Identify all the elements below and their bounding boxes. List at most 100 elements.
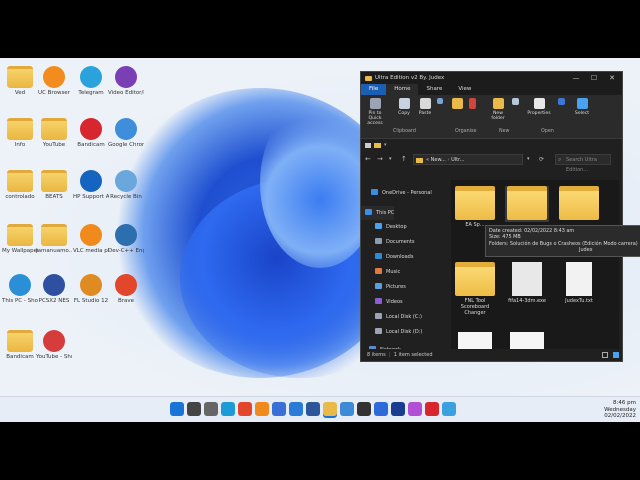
forward-icon[interactable]: → [377, 155, 385, 163]
delete-button[interactable] [465, 98, 479, 111]
open-button[interactable] [555, 98, 567, 107]
file-item[interactable]: FNL Tool Scoreboard Changer [453, 262, 497, 316]
tab-file[interactable]: File [361, 84, 387, 95]
chevron-down-icon[interactable]: ▾ [384, 142, 387, 148]
record-icon[interactable] [425, 402, 439, 416]
details-view-icon[interactable] [602, 352, 608, 358]
desktop-icon-controlado[interactable]: controlado [2, 170, 38, 200]
cut-copypath-icons[interactable] [435, 98, 445, 106]
system-tray[interactable]: 8:46 pm Wednesday 02/02/2022 [604, 400, 636, 420]
app-icon [115, 224, 137, 246]
desktop-icon-bandicam[interactable]: Bandicam [73, 118, 109, 148]
move-to-icon [451, 98, 463, 109]
desktop-icon-youtube[interactable]: YouTube [36, 118, 72, 148]
app-icon [80, 66, 102, 88]
file-item[interactable] [557, 186, 601, 222]
desktop-icon-my-wallpapers[interactable]: My Wallpapers [2, 224, 38, 254]
copy-button[interactable]: Copy [393, 98, 415, 116]
desktop-icon-dev-c-engine[interactable]: Dev-C++ Engine [108, 224, 144, 254]
file-item[interactable]: EA Sp... [453, 186, 497, 228]
maximize-button[interactable]: ☐ [588, 74, 600, 82]
file-item[interactable]: fifa14-3dm.exe [505, 262, 549, 304]
nav-item-this-pc[interactable]: This PC [361, 206, 395, 220]
taskview-icon[interactable] [204, 402, 218, 416]
vlc-icon[interactable] [255, 402, 269, 416]
desktop-icon-fl-studio-12[interactable]: FL Studio 12 [73, 274, 109, 304]
desktop-icon-bandicam[interactable]: Bandicam [2, 330, 38, 360]
nav-item-local-disk-d-[interactable]: Local Disk (D:) [361, 325, 422, 339]
new-folder-button[interactable]: New folder [487, 98, 509, 121]
nav-item-label: Downloads [386, 254, 414, 260]
file-item[interactable] [505, 186, 549, 222]
desktop-icon-ved[interactable]: Ved [2, 66, 38, 96]
edge-icon[interactable] [221, 402, 235, 416]
navigation-pane[interactable]: OneDrive - Personal This PC Desktop Documen… [361, 180, 447, 353]
select-button[interactable]: Select [571, 98, 593, 116]
tab-home[interactable]: Home [386, 84, 419, 95]
folder-icon [7, 330, 33, 352]
folder-icon[interactable] [374, 142, 381, 148]
up-icon[interactable]: ↑ [401, 155, 409, 163]
file-item-label: FNL Tool Scoreboard Changer [460, 298, 490, 316]
apps-icon[interactable] [374, 402, 388, 416]
save-icon[interactable] [365, 142, 371, 148]
mail-icon[interactable] [289, 402, 303, 416]
refresh-icon[interactable]: ⟳ [539, 156, 547, 163]
brave-icon[interactable] [238, 402, 252, 416]
properties-button[interactable]: Properties [525, 98, 553, 116]
back-icon[interactable]: ← [365, 155, 373, 163]
path-segment[interactable]: « New... [426, 157, 446, 163]
close-button[interactable]: ✕ [606, 74, 618, 82]
desktop-icon-youtube-shortcut[interactable]: YouTube - Shortcut [36, 330, 72, 360]
nav-item-desktop[interactable]: Desktop [361, 220, 407, 234]
ps-icon[interactable] [391, 402, 405, 416]
move-to-button[interactable] [449, 98, 465, 111]
address-dropdown-icon[interactable]: ▾ [527, 156, 535, 162]
large-icons-view-icon[interactable] [613, 352, 619, 358]
desktop-icon-vlc-media-player[interactable]: VLC media player [73, 224, 109, 254]
desktop-icon-info[interactable]: Info [2, 118, 38, 148]
photos-icon[interactable] [442, 402, 456, 416]
desktop-icon-telegram[interactable]: Telegram [73, 66, 109, 96]
explorer-icon[interactable] [323, 402, 337, 416]
desktop-icon-brave[interactable]: Brave [108, 274, 144, 304]
desktop-icon-pcsx2-nes[interactable]: PCSX2 NES [36, 274, 72, 304]
address-bar[interactable]: « New... › Ultr... [413, 153, 523, 165]
desktop-icon-recycle-bin[interactable]: Recycle Bin [108, 170, 144, 200]
folder-icon [365, 75, 372, 81]
desktop-icon-hp-support-assistant[interactable]: HP Support Assistant [73, 170, 109, 200]
tab-view[interactable]: View [450, 84, 479, 95]
file-item[interactable]: JudexTu.txt [557, 262, 601, 304]
path-segment[interactable]: Ultr... [451, 157, 464, 163]
nav-item-onedrive-personal[interactable]: OneDrive - Personal [361, 186, 432, 200]
nav-item-local-disk-c-[interactable]: Local Disk (C:) [361, 310, 422, 324]
pin-quick-access-button[interactable]: Pin to Quick access [363, 98, 387, 126]
store-icon[interactable] [272, 402, 286, 416]
minimize-button[interactable]: — [570, 74, 582, 82]
desktop-icon-uc-browser[interactable]: UC Browser [36, 66, 72, 96]
nav-item-music[interactable]: Music [361, 265, 400, 279]
dropbox-icon[interactable] [340, 402, 354, 416]
desktop-icon-video-editor-maker[interactable]: Video Editor/Maker [108, 66, 144, 96]
nav-item-videos[interactable]: Videos [361, 295, 403, 309]
nav-item-documents[interactable]: Documents [361, 235, 415, 249]
game-icon[interactable] [408, 402, 422, 416]
explorer-window[interactable]: Ultra Edition v2 By. Judex — ☐ ✕ File Ho… [360, 71, 623, 362]
desktop-icon-this-pc-shortcut[interactable]: This PC - Shortcut [2, 274, 38, 304]
start-icon[interactable] [170, 402, 184, 416]
tab-share[interactable]: Share [418, 84, 450, 95]
desktop-icon-jamanuamo-[interactable]: Jamanuamo... [36, 224, 72, 254]
desktop-icon-google-chrome[interactable]: Google Chrome [108, 118, 144, 148]
recent-chevron-icon[interactable]: ▾ [389, 156, 397, 162]
new-item-button[interactable] [509, 98, 521, 107]
search-icon[interactable] [187, 402, 201, 416]
nav-item-downloads[interactable]: Downloads [361, 250, 413, 264]
nav-item-pictures[interactable]: Pictures [361, 280, 406, 294]
paste-button[interactable]: Paste [414, 98, 436, 116]
desktop-icon-beats[interactable]: BEATS [36, 170, 72, 200]
search-input[interactable]: ⌕ Search Ultra Edition... [555, 153, 611, 173]
media-icon[interactable] [357, 402, 371, 416]
file-view[interactable]: EA Sp... FNL Tool Scoreboard Changer fifa1… [451, 180, 619, 351]
title-bar[interactable]: Ultra Edition v2 By. Judex — ☐ ✕ [361, 72, 622, 84]
word-icon[interactable] [306, 402, 320, 416]
